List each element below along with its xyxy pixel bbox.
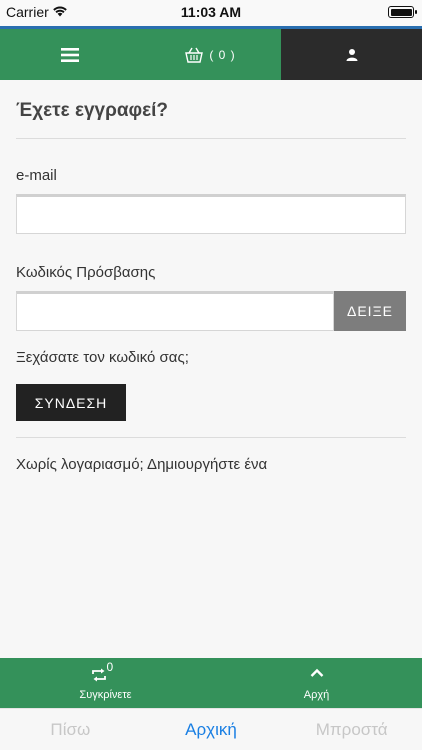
clock: 11:03 AM: [180, 4, 242, 20]
password-row: ΔΕΙΞΕ: [16, 291, 406, 331]
bottom-action-bar: 0 Συγκρίνετε Αρχή: [0, 658, 422, 708]
divider: [16, 437, 406, 438]
top-nav: ( 0 ): [0, 26, 422, 80]
login-form: Έχετε εγγραφεί? e-mail Κωδικός Πρόσβασης…: [16, 80, 406, 473]
account-button[interactable]: [281, 26, 422, 80]
divider: [16, 138, 406, 139]
show-password-button[interactable]: ΔΕΙΞΕ: [334, 291, 406, 331]
compare-button[interactable]: 0 Συγκρίνετε: [0, 658, 211, 708]
cart-button[interactable]: ( 0 ): [140, 26, 281, 80]
compare-count: 0: [106, 660, 114, 674]
compare-label: Συγκρίνετε: [79, 689, 132, 701]
password-field[interactable]: [16, 291, 334, 331]
compare-icon: [91, 668, 106, 682]
forgot-password-link[interactable]: Ξεχάσατε τον κωδικό σας;: [16, 349, 406, 366]
battery-icon: [388, 6, 417, 18]
login-button[interactable]: ΣΥΝΔΕΣΗ: [16, 384, 126, 421]
user-icon: [346, 49, 357, 61]
create-account-link[interactable]: Χωρίς λογαριασμό; Δημιουργήστε ένα: [16, 456, 406, 473]
scroll-top-label: Αρχή: [303, 689, 330, 701]
hamburger-icon: [61, 47, 79, 62]
back-tab[interactable]: Πίσω: [0, 720, 141, 740]
status-bar: Carrier 11:03 AM: [0, 0, 422, 26]
cart-count: ( 0 ): [209, 47, 236, 62]
browser-tab-bar: Πίσω Αρχική Μπροστά: [0, 708, 422, 750]
menu-button[interactable]: [0, 26, 140, 80]
email-label: e-mail: [16, 167, 57, 184]
home-tab[interactable]: Αρχική: [141, 720, 282, 740]
basket-icon: [185, 47, 204, 63]
email-field[interactable]: [16, 194, 406, 234]
password-label: Κωδικός Πρόσβασης: [16, 264, 156, 281]
page-title: Έχετε εγγραφεί?: [16, 100, 169, 121]
scroll-top-button[interactable]: Αρχή: [211, 658, 422, 708]
forward-tab[interactable]: Μπροστά: [281, 720, 422, 740]
chevron-up-icon: [310, 668, 323, 677]
